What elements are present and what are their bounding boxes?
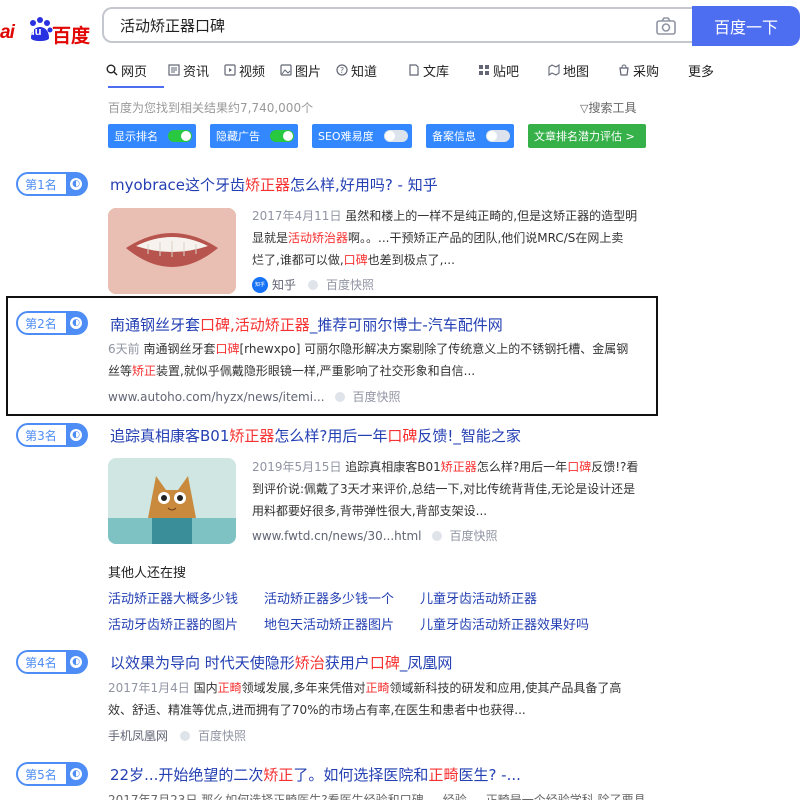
logo-text-right: 百度	[52, 25, 91, 47]
logo-text-mid: du	[28, 26, 42, 38]
article-rank-button[interactable]: 文章排名潜力评估 >	[528, 124, 646, 148]
rank-badge: 第1名 ◐	[16, 172, 88, 196]
badge-icon: ◐	[70, 768, 82, 780]
image-icon	[280, 64, 292, 76]
shopping-icon	[619, 64, 629, 76]
related-search-label: 其他人还在搜	[108, 566, 187, 581]
result-title[interactable]: 22岁...开始绝望的二次矫正了。如何选择医院和正畸医生? -...	[110, 764, 521, 785]
rank-badge: 第3名 ◐	[16, 423, 88, 447]
teeth-image	[108, 208, 236, 294]
badge-icon: ◐	[70, 429, 82, 441]
tab-zhidao[interactable]: ? 知道	[336, 58, 408, 82]
related-search-link[interactable]: 活动矫正器多少钱一个	[264, 588, 394, 607]
search-input[interactable]	[118, 15, 642, 35]
badge-icon: ◐	[70, 656, 82, 668]
result-title[interactable]: 追踪真相康客B01矫正器怎么样?用后一年口碑反馈!_智能之家	[110, 425, 521, 446]
kuaizhao-link[interactable]: 百度快照	[180, 727, 246, 744]
search-tools[interactable]: ▽搜索工具	[580, 99, 636, 116]
tab-wenku[interactable]: 文库	[408, 58, 478, 82]
question-icon: ?	[336, 64, 348, 76]
zhihu-icon: 知乎	[252, 276, 268, 293]
switch-on[interactable]	[168, 130, 192, 142]
logo-text-left: ai	[0, 22, 15, 43]
tab-news[interactable]: 资讯	[168, 58, 224, 82]
camera-icon[interactable]	[656, 17, 676, 35]
badge-icon: ◐	[70, 317, 82, 329]
result-meta: 手机凤凰网 百度快照	[108, 727, 247, 744]
video-icon	[224, 64, 236, 76]
tab-web[interactable]: 网页	[106, 58, 168, 82]
related-search-link[interactable]: 活动牙齿矫正器的图片	[108, 614, 238, 633]
toggle-hide-ads[interactable]: 隐藏广告	[210, 124, 298, 148]
related-search-link[interactable]: 活动矫正器大概多少钱	[108, 588, 238, 607]
search-tabs: 网页 资讯 视频 图片 ? 知道 文库 贴吧 地图 采购 更多	[106, 58, 728, 82]
result-thumbnail[interactable]	[108, 458, 236, 544]
kuaizhao-link[interactable]: 百度快照	[431, 527, 498, 544]
search-box[interactable]	[102, 7, 692, 43]
tab-tieba[interactable]: 贴吧	[478, 58, 548, 82]
search-button[interactable]: 百度一下	[692, 6, 800, 46]
switch-on[interactable]	[270, 130, 294, 142]
result-meta: www.fwtd.cn/news/30...html 百度快照	[252, 527, 498, 544]
tieba-icon	[479, 65, 489, 75]
related-search-link[interactable]: 地包天活动矫正器图片	[264, 614, 394, 633]
rank-badge: 第5名 ◐	[16, 762, 88, 786]
related-search-link[interactable]: 儿童牙齿活动矫正器效果好吗	[420, 614, 589, 633]
kuaizhao-link[interactable]: 百度快照	[308, 276, 374, 293]
toggle-record[interactable]: 备案信息	[426, 124, 514, 148]
result-count: 百度为您找到相关结果约7,740,000个	[108, 101, 314, 115]
toggle-show-rank[interactable]: 显示排名	[108, 124, 196, 148]
related-search-link[interactable]: 儿童牙齿活动矫正器	[420, 588, 537, 607]
result-snippet: 2017年4月11日 虽然和楼上的一样不是纯正畸的,但是这矫正器的造型明 显就是…	[252, 209, 638, 267]
rank-badge: 第4名 ◐	[16, 650, 88, 674]
result-meta: 知乎 知乎 百度快照	[252, 276, 374, 293]
rank-badge: 第2名 ◐	[16, 311, 88, 335]
result-snippet: 2017年1月4日 国内正畸领域发展,多年来凭借对正畸领域新科技的研发和应用,使…	[108, 681, 622, 717]
result-snippet: 2019年5月15日 追踪真相康客B01矫正器怎么样?用后一年口碑反馈!?看 到…	[252, 460, 639, 518]
baidu-logo[interactable]: ai du 百度	[0, 14, 90, 50]
result-title[interactable]: myobrace这个牙齿矫正器怎么样,好用吗? - 知乎	[110, 174, 438, 195]
badge-icon: ◐	[70, 178, 82, 190]
switch-off[interactable]	[486, 130, 510, 142]
tab-map[interactable]: 地图	[548, 58, 618, 82]
result-title[interactable]: 以效果为导向 时代天使隐形矫治获用户口碑_凤凰网	[110, 652, 452, 673]
document-icon	[409, 64, 419, 76]
tab-purchase[interactable]: 采购	[618, 58, 688, 82]
switch-off[interactable]	[384, 130, 408, 142]
result-title[interactable]: 南通钢丝牙套口碑,活动矫正器_推荐可丽尔博士-汽车配件网	[110, 314, 503, 335]
news-icon	[168, 64, 180, 76]
toggle-seo[interactable]: SEO难易度	[312, 124, 412, 148]
result-snippet: 2017年7月23日 那么如何选择正畸医生?看医生经验和口碑 ... 经验 ..…	[108, 793, 646, 800]
cat-image	[108, 458, 236, 544]
result-meta: www.autoho.com/hyzx/news/itemi... 百度快照	[108, 388, 401, 405]
kuaizhao-link[interactable]: 百度快照	[334, 388, 401, 405]
tab-video[interactable]: 视频	[224, 58, 280, 82]
active-tab-indicator	[108, 86, 164, 88]
result-thumbnail[interactable]	[108, 208, 236, 294]
tab-more[interactable]: 更多	[688, 58, 728, 82]
result-snippet: 6天前 南通钢丝牙套口碑[rhewxpo] 可丽尔隐形解决方案剔除了传统意义上的…	[108, 342, 629, 378]
search-icon	[106, 64, 118, 76]
map-icon	[548, 64, 560, 76]
tab-images[interactable]: 图片	[280, 58, 336, 82]
svg-text:?: ?	[340, 66, 344, 75]
